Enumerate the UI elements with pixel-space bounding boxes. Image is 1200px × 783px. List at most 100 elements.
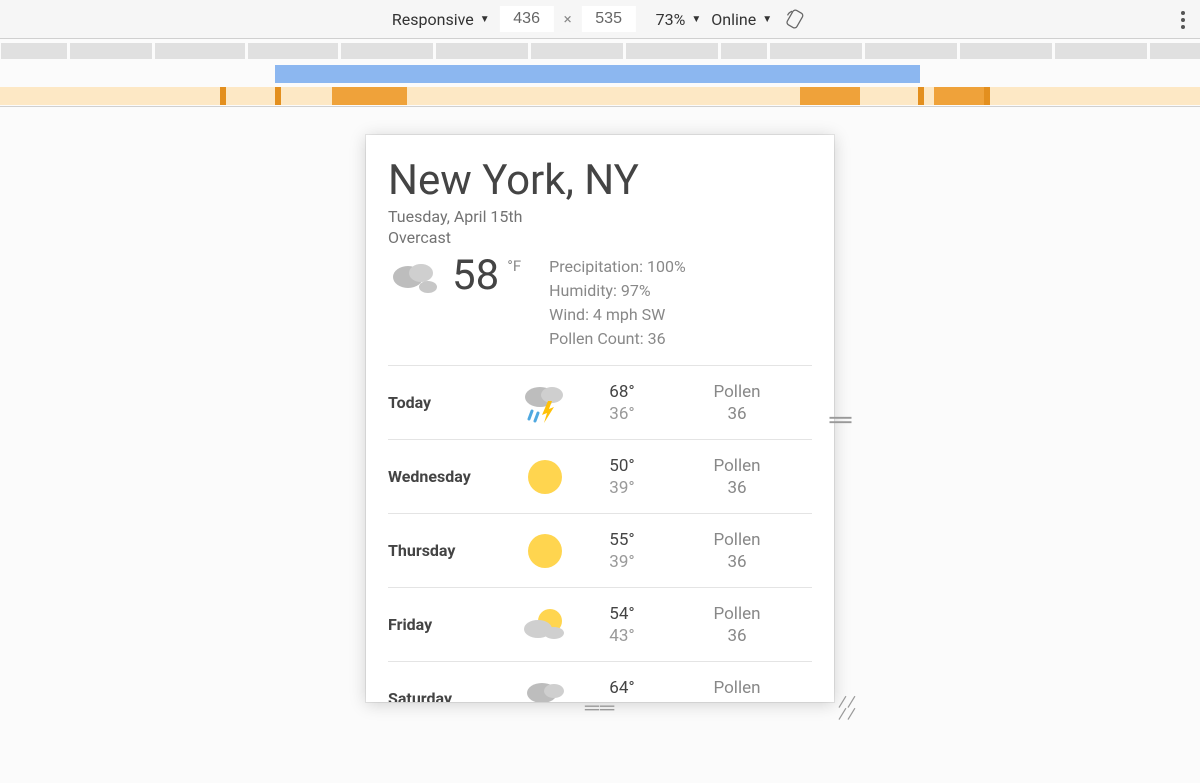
current-details: Precipitation: 100% Humidity: 97% Wind: … [549, 255, 686, 351]
resize-handle-bottom[interactable]: ══ [585, 695, 615, 720]
forecast-row[interactable]: Wednesday 50°39°Pollen36 [388, 439, 812, 513]
location-title: New York, NY [388, 157, 812, 205]
chevron-down-icon: ▼ [480, 14, 490, 25]
pollen-label: Pollen Count: [549, 329, 644, 348]
pollen-value: 36 [648, 329, 666, 348]
media-query-range[interactable] [800, 87, 860, 105]
forecast-pollen: Pollen36 [662, 529, 812, 573]
media-query-range[interactable] [0, 87, 1200, 105]
forecast-day: Wednesday [388, 467, 508, 486]
forecast-temps: 68°36° [582, 381, 662, 425]
more-vertical-icon [1180, 9, 1186, 31]
temp-unit: °F [507, 257, 521, 275]
media-query-range[interactable] [984, 87, 990, 105]
weather-card: New York, NY Tuesday, April 15th Overcas… [366, 135, 834, 702]
forecast-row[interactable]: Thursday 55°39°Pollen36 [388, 513, 812, 587]
device-select-label: Responsive [392, 10, 474, 29]
media-query-range[interactable] [332, 87, 407, 105]
forecast-day: Thursday [388, 541, 508, 560]
humidity-label: Humidity: [549, 281, 617, 300]
forecast-day: Saturday [388, 689, 508, 702]
media-query-range[interactable] [934, 87, 984, 105]
rotate-icon [784, 8, 806, 30]
media-query-range[interactable] [275, 65, 920, 83]
ruler-segment[interactable] [1055, 43, 1147, 59]
forecast-weather-icon [508, 454, 582, 500]
ruler-segment[interactable] [1, 43, 67, 59]
forecast-weather-icon [508, 677, 582, 702]
media-query-range[interactable] [918, 87, 924, 105]
forecast-low: 39° [582, 477, 662, 499]
forecast-weather-icon [508, 381, 582, 425]
forecast-list: Today68°36°Pollen36Wednesday50°39°Pollen… [388, 365, 812, 702]
ruler-segment[interactable] [721, 43, 767, 59]
forecast-high: 55° [582, 529, 662, 551]
rotate-button[interactable] [782, 6, 808, 32]
resize-handle-corner[interactable]: ⁄⁄⁄⁄ [838, 696, 856, 720]
viewport-height-input[interactable] [582, 6, 636, 32]
media-query-range[interactable] [220, 87, 226, 105]
forecast-day: Today [388, 393, 508, 412]
forecast-low: 39° [582, 551, 662, 573]
forecast-low: 36° [582, 403, 662, 425]
forecast-row[interactable]: Today 68°36°Pollen36 [388, 365, 812, 439]
throttling-label: Online [711, 10, 756, 29]
forecast-pollen: Pollen36 [662, 381, 812, 425]
current-temp: 58 [452, 255, 499, 297]
device-viewport-area: New York, NY Tuesday, April 15th Overcas… [0, 107, 1200, 783]
forecast-pollen: Pollen36 [662, 677, 812, 702]
condition-text: Overcast [388, 228, 812, 247]
dimension-separator: × [564, 10, 572, 28]
ruler-area [0, 39, 1200, 107]
device-frame: New York, NY Tuesday, April 15th Overcas… [366, 135, 834, 702]
precip-label: Precipitation: [549, 257, 643, 276]
overcast-icon [388, 255, 444, 299]
forecast-weather-icon [508, 528, 582, 574]
forecast-high: 68° [582, 381, 662, 403]
forecast-high: 54° [582, 603, 662, 625]
forecast-pollen: Pollen36 [662, 603, 812, 647]
ruler-segment[interactable] [155, 43, 245, 59]
viewport-width-input[interactable] [500, 6, 554, 32]
zoom-select[interactable]: 73% ▼ [656, 10, 702, 29]
pixel-ruler[interactable] [0, 39, 1200, 62]
wind-label: Wind: [549, 305, 589, 324]
forecast-temps: 55°39° [582, 529, 662, 573]
precip-value: 100% [647, 257, 686, 276]
device-toolbar-center: Responsive ▼ × 73% ▼ Online ▼ [392, 6, 808, 32]
forecast-day: Friday [388, 615, 508, 634]
throttling-select[interactable]: Online ▼ [711, 10, 772, 29]
ruler-segment[interactable] [1150, 43, 1200, 59]
ruler-segment[interactable] [626, 43, 718, 59]
media-query-bar-max[interactable] [0, 62, 1200, 84]
humidity-value: 97% [621, 281, 651, 300]
ruler-segment[interactable] [770, 43, 862, 59]
date-text: Tuesday, April 15th [388, 207, 812, 226]
zoom-label: 73% [656, 10, 686, 29]
more-options-button[interactable] [1180, 0, 1186, 39]
device-content[interactable]: New York, NY Tuesday, April 15th Overcas… [366, 135, 834, 702]
forecast-low: 43° [582, 625, 662, 647]
forecast-pollen: Pollen36 [662, 455, 812, 499]
ruler-segment[interactable] [436, 43, 528, 59]
ruler-segment[interactable] [70, 43, 152, 59]
forecast-high: 50° [582, 455, 662, 477]
forecast-temps: 54°43° [582, 603, 662, 647]
media-query-range[interactable] [275, 87, 281, 105]
forecast-row[interactable]: Friday 54°43°Pollen36 [388, 587, 812, 661]
current-conditions-row: 58 °F Precipitation: 100% Humidity: 97% … [388, 255, 812, 351]
ruler-segment[interactable] [960, 43, 1052, 59]
ruler-segment[interactable] [248, 43, 338, 59]
media-query-bar-min[interactable] [0, 84, 1200, 106]
resize-handle-right[interactable]: || [826, 414, 856, 423]
ruler-segment[interactable] [341, 43, 433, 59]
forecast-weather-icon [508, 603, 582, 647]
forecast-temps: 50°39° [582, 455, 662, 499]
wind-value: 4 mph SW [593, 305, 665, 324]
chevron-down-icon: ▼ [762, 14, 772, 25]
ruler-segment[interactable] [865, 43, 957, 59]
current-temp-block: 58 °F [388, 255, 521, 351]
device-toolbar: Responsive ▼ × 73% ▼ Online ▼ [0, 0, 1200, 39]
ruler-segment[interactable] [531, 43, 623, 59]
device-select[interactable]: Responsive ▼ [392, 10, 490, 29]
